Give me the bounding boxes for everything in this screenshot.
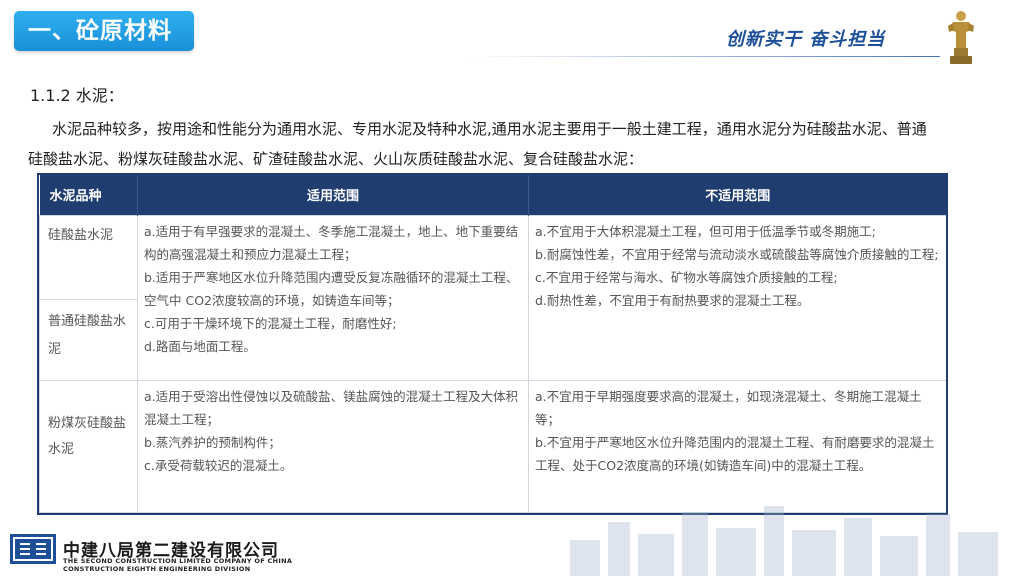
company-logo-icon: [10, 534, 56, 564]
kind-ordinary-portland: 普通硅酸盐水泥: [48, 313, 127, 357]
suitable-item: b.蒸汽养护的预制构件；: [144, 434, 281, 450]
unsuitable-cell: a.不宜用于早期强度要求高的混凝土，如现浇混凝土、冬期施工混凝土等； b.不宜用…: [528, 379, 946, 513]
section-title: 一、砼原材料: [14, 11, 194, 51]
intro-paragraph: 水泥品种较多，按用途和性能分为通用水泥、专用水泥及特种水泥,通用水泥主要用于一般…: [28, 120, 927, 168]
suitable-item: c.可用于干燥环境下的混凝土工程，耐磨性好;: [144, 315, 397, 331]
header-divider: [470, 56, 940, 57]
table-row: 硅酸盐水泥 普通硅酸盐水泥 a.适用于有早强要求的混凝土、冬季施工混凝土，地上、…: [39, 214, 946, 381]
header-kind: 水泥品种: [39, 175, 138, 215]
unsuitable-item: b.耐腐蚀性差，不宜用于经常与流动淡水或硫酸盐等腐蚀介质接触的工程;: [535, 246, 939, 262]
city-skyline-image: [570, 506, 998, 576]
suitable-item: c.承受荷载较迟的混凝土。: [144, 457, 293, 473]
header-unsuitable: 不适用范围: [528, 175, 946, 215]
company-name-en: THE SECOND CONSTRUCTION LIMITED COMPANY …: [63, 557, 292, 573]
trophy-statue-icon: [948, 11, 974, 64]
subheading: 1.1.2 水泥：: [30, 86, 124, 105]
kind-cell: 硅酸盐水泥 普通硅酸盐水泥: [39, 214, 138, 381]
unsuitable-item: a.不宜用于大体积混凝土工程，但可用于低温季节或冬期施工;: [535, 223, 876, 239]
slogan: 创新实干 奋斗担当: [726, 29, 886, 50]
cement-table: 水泥品种 适用范围 不适用范围 硅酸盐水泥 普通硅酸盐水泥 a.适用于有早强要求…: [37, 173, 948, 515]
company-name-en-line1: THE SECOND CONSTRUCTION LIMITED COMPANY …: [63, 557, 293, 565]
unsuitable-item: a.不宜用于早期强度要求高的混凝土，如现浇混凝土、冬期施工混凝土等；: [535, 388, 922, 427]
suitable-cell: a.适用于受溶出性侵蚀以及硫酸盐、镁盐腐蚀的混凝土工程及大体积混凝土工程； b.…: [137, 379, 529, 513]
suitable-item: b.适用于严寒地区水位升降范围内遭受反复冻融循环的混凝土工程、空气中 CO2浓度…: [144, 269, 519, 308]
suitable-item: d.路面与地面工程。: [144, 338, 256, 354]
header-suitable: 适用范围: [137, 175, 529, 215]
unsuitable-item: c.不宜用于经常与海水、矿物水等腐蚀介质接触的工程;: [535, 269, 838, 285]
suitable-item: a.适用于有早强要求的混凝土、冬季施工混凝土，地上、地下重要结构的高强混凝土和预…: [144, 223, 519, 262]
kind-portland: 硅酸盐水泥: [40, 216, 137, 300]
unsuitable-item: d.耐热性差，不宜用于有耐热要求的混凝土工程。: [535, 292, 810, 308]
unsuitable-item: b.不宜用于严寒地区水位升降范围内的混凝土工程、有耐磨要求的混凝土工程、处于CO…: [535, 434, 935, 473]
table-row: 粉煤灰硅酸盐水泥 a.适用于受溶出性侵蚀以及硫酸盐、镁盐腐蚀的混凝土工程及大体积…: [39, 379, 946, 513]
company-name-en-line2: CONSTRUCTION EIGHTH ENGINEERING DIVISION: [63, 565, 251, 573]
unsuitable-cell: a.不宜用于大体积混凝土工程，但可用于低温季节或冬期施工; b.耐腐蚀性差，不宜…: [528, 214, 946, 381]
table-header-row: 水泥品种 适用范围 不适用范围: [39, 175, 946, 215]
suitable-cell: a.适用于有早强要求的混凝土、冬季施工混凝土，地上、地下重要结构的高强混凝土和预…: [137, 214, 529, 381]
kind-fly-ash: 粉煤灰硅酸盐水泥: [39, 379, 138, 513]
suitable-item: a.适用于受溶出性侵蚀以及硫酸盐、镁盐腐蚀的混凝土工程及大体积混凝土工程；: [144, 388, 519, 427]
